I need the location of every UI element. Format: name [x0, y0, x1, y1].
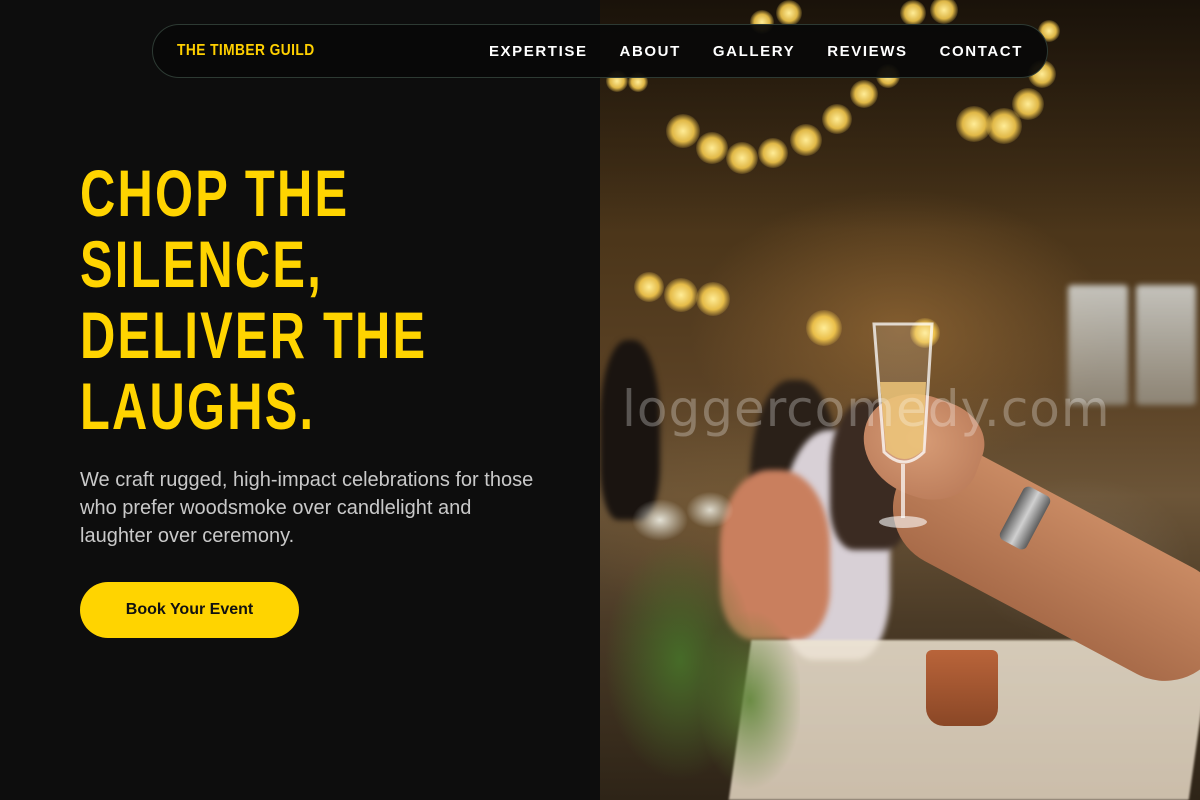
hero-photo: loggercomedy.com	[600, 0, 1200, 800]
headline-line: LAUGHS.	[80, 369, 316, 443]
light-bokeh	[850, 80, 878, 108]
headline-line: CHOP THE	[80, 156, 350, 230]
nav-link-expertise[interactable]: EXPERTISE	[489, 43, 588, 60]
light-bokeh	[666, 114, 700, 148]
hero-headline: CHOP THE SILENCE, DELIVER THE LAUGHS.	[80, 158, 435, 442]
light-bokeh	[758, 138, 788, 168]
light-bokeh	[664, 278, 698, 312]
nav-menu: EXPERTISE ABOUT GALLERY REVIEWS CONTACT	[489, 43, 1023, 60]
light-bokeh	[900, 0, 926, 26]
light-bokeh	[1012, 88, 1044, 120]
headline-line: SILENCE,	[80, 227, 324, 301]
watermark-text: loggercomedy.com	[622, 380, 1111, 438]
light-bokeh	[822, 104, 852, 134]
light-bokeh	[696, 132, 728, 164]
light-bokeh	[790, 124, 822, 156]
nav-link-reviews[interactable]: REVIEWS	[827, 43, 907, 60]
top-navigation-bar: THE TIMBER GUILD EXPERTISE ABOUT GALLERY…	[152, 24, 1048, 78]
headline-line: DELIVER THE	[80, 298, 428, 372]
light-bokeh	[776, 0, 802, 26]
book-event-button[interactable]: Book Your Event	[80, 582, 299, 638]
plant-pot	[926, 650, 998, 726]
flower-arrangement	[600, 480, 800, 800]
hero-subtext: We craft rugged, high-impact celebration…	[80, 469, 534, 547]
nav-link-gallery[interactable]: GALLERY	[713, 43, 795, 60]
light-bokeh	[806, 310, 842, 346]
light-bokeh	[726, 142, 758, 174]
light-bokeh	[634, 272, 664, 302]
nav-link-contact[interactable]: CONTACT	[940, 43, 1023, 60]
nav-link-about[interactable]: ABOUT	[620, 43, 681, 60]
brand-logo[interactable]: THE TIMBER GUILD	[177, 42, 315, 60]
light-bokeh	[696, 282, 730, 316]
